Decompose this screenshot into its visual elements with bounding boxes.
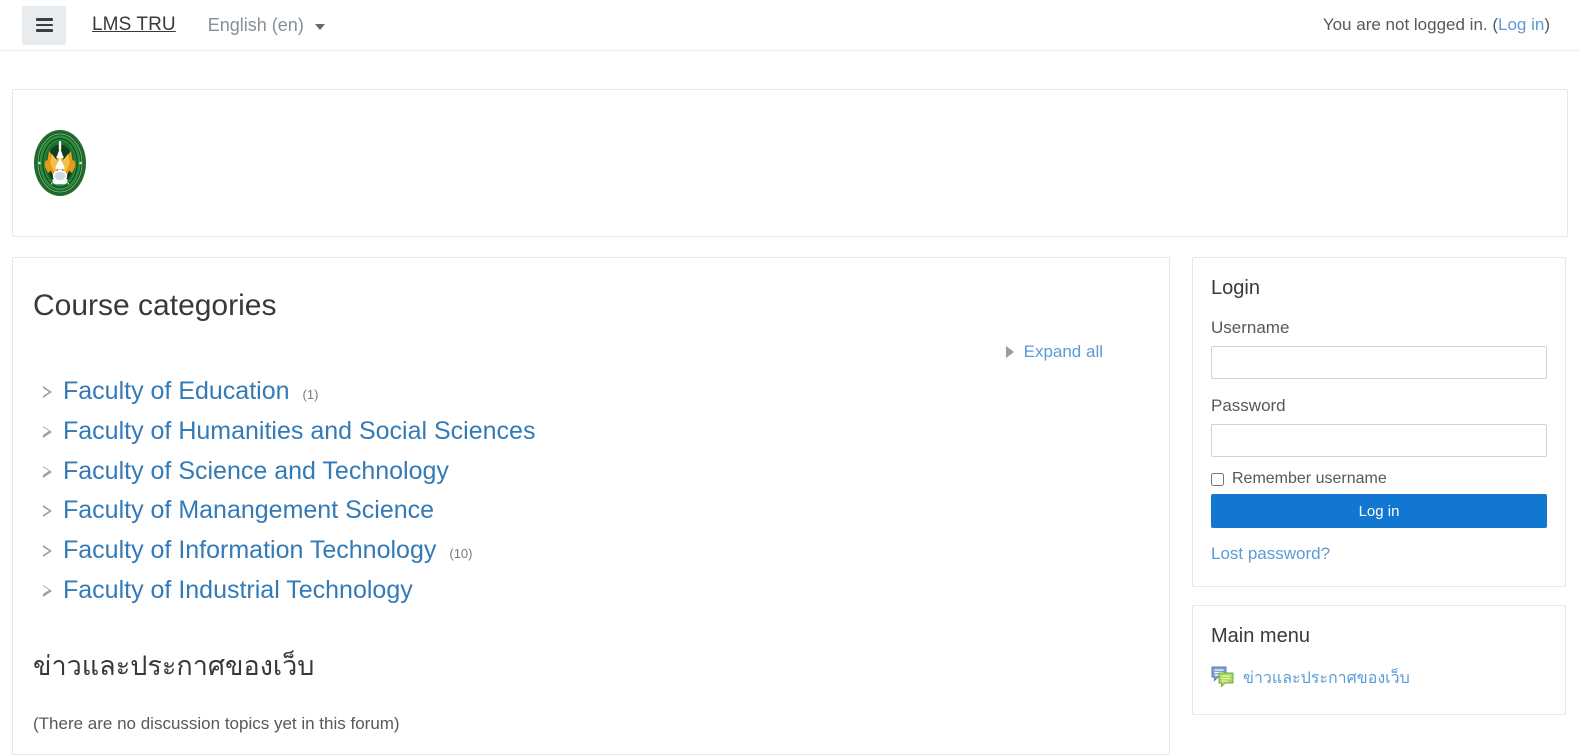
main-menu-item-site-news[interactable]: ข่าวและประกาศของเว็บ bbox=[1211, 666, 1547, 692]
category-link[interactable]: Faculty of Humanities and Social Science… bbox=[63, 416, 535, 447]
remember-username-checkbox[interactable] bbox=[1211, 472, 1224, 486]
password-label: Password bbox=[1211, 396, 1286, 415]
remember-username-row: Remember username bbox=[1211, 470, 1547, 488]
log-in-link[interactable]: Log in bbox=[1498, 15, 1544, 34]
lost-password-link[interactable]: Lost password? bbox=[1211, 544, 1330, 564]
triangle-right-outline-icon[interactable] bbox=[43, 465, 52, 479]
username-input[interactable] bbox=[1211, 346, 1547, 379]
main-menu-item-label: ข่าวและประกาศของเว็บ bbox=[1243, 669, 1410, 687]
category-item[interactable]: Faculty of Humanities and Social Science… bbox=[33, 416, 1149, 447]
site-news-heading: ข่าวและประกาศของเว็บ bbox=[33, 651, 315, 681]
site-banner-card bbox=[12, 89, 1568, 237]
login-block: Login Username Password Remember usernam… bbox=[1192, 257, 1566, 587]
triangle-right-outline-icon[interactable] bbox=[43, 584, 52, 598]
main-content-card: Course categories Expand all Faculty of … bbox=[12, 257, 1170, 755]
category-link[interactable]: Faculty of Industrial Technology bbox=[63, 575, 413, 606]
category-item[interactable]: Faculty of Science and Technology bbox=[33, 456, 1149, 487]
category-course-count: (10) bbox=[449, 546, 473, 561]
category-link[interactable]: Faculty of Science and Technology bbox=[63, 456, 449, 487]
content-columns: Course categories Expand all Faculty of … bbox=[12, 257, 1568, 755]
main-menu-block-title: Main menu bbox=[1211, 625, 1310, 647]
university-seal-logo bbox=[33, 129, 87, 197]
category-link[interactable]: Faculty of Education bbox=[63, 376, 290, 407]
main-menu-block: Main menu ข่าวและประกาศของเว็บ bbox=[1192, 605, 1566, 715]
log-in-submit-button[interactable]: Log in bbox=[1211, 494, 1547, 528]
hamburger-icon-bar bbox=[35, 29, 53, 32]
page-title: Course categories bbox=[33, 289, 277, 322]
login-status: You are not logged in. (Log in) bbox=[1323, 15, 1564, 35]
username-label: Username bbox=[1211, 318, 1290, 337]
category-item[interactable]: Faculty of Education (1) bbox=[33, 376, 1149, 407]
login-status-text-end: ) bbox=[1544, 15, 1550, 34]
category-item[interactable]: Faculty of Industrial Technology bbox=[33, 575, 1149, 606]
collapse-expand-row: Expand all bbox=[33, 342, 1149, 362]
expand-all-label: Expand all bbox=[1023, 342, 1103, 361]
login-status-text: You are not logged in. ( bbox=[1322, 15, 1498, 34]
category-link[interactable]: Faculty of Information Technology bbox=[63, 535, 436, 566]
site-brand-link[interactable]: LMS TRU bbox=[92, 14, 176, 36]
category-item[interactable]: Faculty of Manangement Science bbox=[33, 495, 1149, 526]
top-navbar: LMS TRU English (en) You are not logged … bbox=[0, 0, 1580, 51]
course-category-list: Faculty of Education (1) Faculty of Huma… bbox=[33, 376, 1149, 606]
triangle-right-outline-icon[interactable] bbox=[43, 425, 52, 439]
forum-empty-message: (There are no discussion topics yet in t… bbox=[33, 714, 400, 734]
expand-all-link[interactable]: Expand all bbox=[1005, 342, 1103, 362]
drawer-toggle-button[interactable] bbox=[22, 5, 66, 45]
category-link[interactable]: Faculty of Manangement Science bbox=[63, 495, 434, 526]
triangle-right-outline-icon[interactable] bbox=[43, 545, 52, 558]
hamburger-icon-bar bbox=[35, 23, 53, 27]
hamburger-icon-bar bbox=[35, 18, 53, 21]
login-block-title: Login bbox=[1211, 277, 1260, 299]
triangle-right-outline-icon[interactable] bbox=[43, 505, 52, 518]
forum-icon bbox=[1211, 666, 1234, 692]
triangle-right-icon bbox=[1005, 346, 1014, 358]
main-column: Course categories Expand all Faculty of … bbox=[12, 257, 1170, 755]
page-body: Course categories Expand all Faculty of … bbox=[0, 89, 1580, 755]
language-menu[interactable]: English (en) bbox=[208, 15, 325, 36]
language-menu-label: English (en) bbox=[207, 14, 304, 35]
chevron-down-icon bbox=[314, 23, 325, 30]
category-item[interactable]: Faculty of Information Technology (10) bbox=[33, 535, 1149, 566]
triangle-right-outline-icon[interactable] bbox=[43, 386, 52, 399]
category-course-count: (1) bbox=[302, 387, 319, 402]
side-column: Login Username Password Remember usernam… bbox=[1192, 257, 1566, 715]
password-input[interactable] bbox=[1211, 424, 1547, 457]
remember-username-label: Remember username bbox=[1232, 470, 1387, 487]
